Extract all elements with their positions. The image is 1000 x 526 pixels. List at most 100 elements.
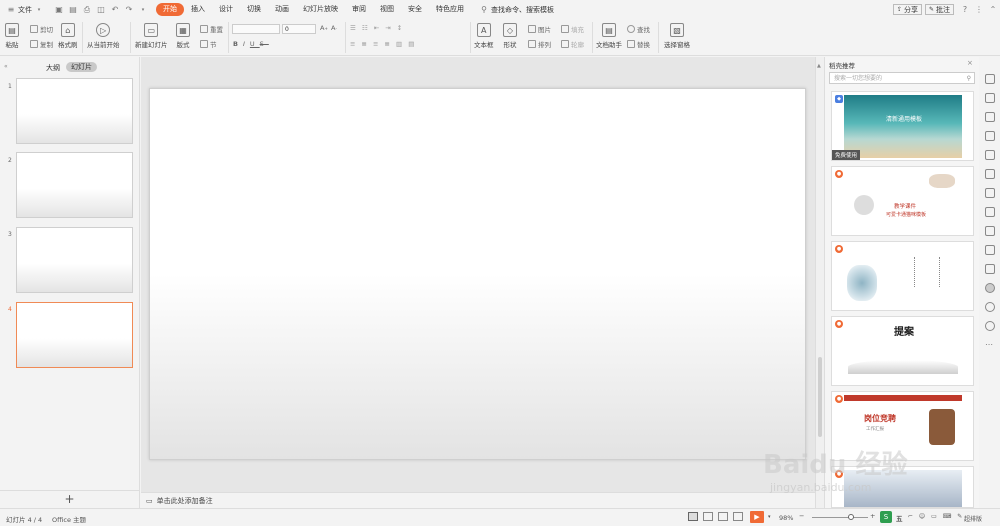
more-icon[interactable]: ⋯ bbox=[985, 340, 993, 349]
help-icon[interactable] bbox=[985, 321, 995, 331]
file-menu[interactable]: ≡ 文件 ▾ bbox=[4, 0, 46, 19]
slide-canvas[interactable] bbox=[149, 88, 806, 460]
font-style-buttons[interactable]: BIUS bbox=[233, 40, 269, 48]
format-painter-button[interactable]: ⌂ 格式刷 bbox=[58, 23, 78, 49]
tab-transition[interactable]: 切换 bbox=[240, 3, 268, 16]
command-search[interactable]: ⚲ 查找命令、搜索模板 bbox=[477, 0, 554, 19]
open-icon[interactable]: ▤ bbox=[68, 5, 78, 15]
italic-button[interactable]: I bbox=[243, 40, 250, 48]
recommend-icon[interactable] bbox=[985, 283, 995, 293]
ime-mode[interactable]: 五 bbox=[896, 513, 903, 523]
search-icon[interactable]: ⚲ bbox=[967, 73, 971, 84]
layout-button[interactable]: ▦ 版式 bbox=[176, 23, 190, 49]
scroll-up-icon[interactable]: ▲ bbox=[817, 63, 821, 69]
help-icon[interactable]: ? bbox=[960, 5, 970, 15]
zoom-slider-thumb[interactable] bbox=[848, 514, 854, 520]
sound-icon[interactable] bbox=[985, 264, 995, 274]
paragraph-list-buttons[interactable]: ☰ ☷ ⇤ ⇥ ↕ bbox=[350, 24, 404, 32]
settings-icon[interactable] bbox=[985, 169, 995, 179]
ime-toolbar-icons[interactable]: ⌐ ☺ ▭ ⌨ ✎ bbox=[908, 513, 964, 520]
undo-icon[interactable]: ↶ bbox=[110, 5, 120, 15]
outline-button[interactable]: 轮廓 bbox=[561, 39, 584, 49]
tab-slideshow[interactable]: 幻灯片放映 bbox=[296, 3, 345, 16]
font-grow-button[interactable]: A + bbox=[320, 24, 328, 32]
font-shrink-button[interactable]: A- bbox=[331, 24, 337, 32]
slide-thumbnail-1[interactable] bbox=[16, 78, 133, 144]
print-icon[interactable]: ⎙ bbox=[82, 5, 92, 15]
slide-sorter-icon[interactable] bbox=[703, 512, 713, 521]
slide-thumbnail-2[interactable] bbox=[16, 152, 133, 218]
free-use-button[interactable]: 免费使用 bbox=[832, 150, 861, 160]
tab-special[interactable]: 特色应用 bbox=[429, 3, 471, 16]
ime-logo-icon[interactable]: S bbox=[880, 511, 892, 523]
save-cloud-icon[interactable] bbox=[985, 207, 995, 217]
template-card-3[interactable]: ● bbox=[831, 241, 974, 311]
new-slide-button[interactable]: ▭ 新建幻灯片 bbox=[135, 23, 168, 49]
paragraph-align-buttons[interactable]: ≡ ≣ ≡ ≣ ▥ ▤ bbox=[350, 40, 416, 48]
animation-icon[interactable] bbox=[985, 131, 995, 141]
collapse-ribbon-icon[interactable]: ⌃ bbox=[988, 5, 998, 15]
notes-view-icon[interactable] bbox=[733, 512, 743, 521]
play-from-current-button[interactable]: ▷ 从当前开始 bbox=[87, 23, 120, 49]
section-button[interactable]: 节 bbox=[200, 39, 217, 49]
arrange-button[interactable]: 排列 bbox=[528, 39, 551, 49]
reading-view-icon[interactable] bbox=[718, 512, 728, 521]
tab-design[interactable]: 设计 bbox=[212, 3, 240, 16]
notes-bar[interactable]: ▭ 单击此处添加备注 bbox=[141, 492, 815, 508]
font-name-select[interactable] bbox=[232, 24, 280, 34]
underline-button[interactable]: U bbox=[250, 40, 260, 48]
transform-icon[interactable] bbox=[985, 74, 995, 84]
select-pane-button[interactable]: ▧ 选择窗格 bbox=[664, 23, 690, 49]
customize-icon[interactable]: ▾ bbox=[138, 5, 148, 15]
paste-button[interactable]: ▤ 粘贴 bbox=[5, 23, 19, 49]
strike-button[interactable]: S bbox=[260, 40, 269, 48]
bold-button[interactable]: B bbox=[233, 40, 243, 48]
reset-button[interactable]: 重置 bbox=[200, 24, 223, 34]
zoom-out-icon[interactable]: − bbox=[799, 512, 804, 520]
history-icon[interactable] bbox=[985, 302, 995, 312]
copy-button[interactable]: 复制 bbox=[30, 39, 53, 49]
tab-home[interactable]: 开始 bbox=[156, 3, 184, 16]
tab-review[interactable]: 审阅 bbox=[345, 3, 373, 16]
tab-security[interactable]: 安全 bbox=[401, 3, 429, 16]
scroll-thumb[interactable] bbox=[818, 357, 822, 437]
tab-slides[interactable]: 幻灯片 bbox=[66, 62, 97, 72]
preview-icon[interactable]: ◫ bbox=[96, 5, 106, 15]
doc-helper-button[interactable]: ▤ 文档助手 bbox=[596, 23, 622, 49]
textbox-button[interactable]: A 文本框 bbox=[474, 23, 494, 49]
vertical-scrollbar[interactable]: ▲ bbox=[815, 57, 824, 508]
template-card-4[interactable]: ● 提案 bbox=[831, 316, 974, 386]
slide-thumbnail-4[interactable] bbox=[16, 302, 133, 368]
shape-tool-icon[interactable] bbox=[985, 112, 995, 122]
zoom-in-icon[interactable]: + bbox=[870, 512, 875, 520]
share-button[interactable]: ⇪ 分享 bbox=[893, 4, 923, 15]
template-search-input[interactable]: 搜索一切您想要的 ⚲ bbox=[829, 72, 975, 84]
picture-tool-icon[interactable] bbox=[985, 245, 995, 255]
collapse-pane-icon[interactable]: « bbox=[4, 63, 8, 70]
save-icon[interactable]: ▣ bbox=[54, 5, 64, 15]
template-card-2[interactable]: ● 教学课件 可爱卡通猫咪模板 bbox=[831, 166, 974, 236]
tab-animation[interactable]: 动画 bbox=[268, 3, 296, 16]
fill-button[interactable]: 填充 bbox=[561, 24, 584, 34]
slide-thumbnail-3[interactable] bbox=[16, 227, 133, 293]
redo-icon[interactable]: ↷ bbox=[124, 5, 134, 15]
more-icon[interactable]: ⋮ bbox=[974, 5, 984, 15]
extra-label[interactable]: 超排版 bbox=[964, 514, 982, 523]
picture-button[interactable]: 图片 bbox=[528, 24, 551, 34]
comment-button[interactable]: ✎ 批注 bbox=[925, 4, 955, 15]
shape-button[interactable]: ◇ 形状 bbox=[503, 23, 517, 49]
slideshow-options-icon[interactable]: ▾ bbox=[768, 514, 771, 520]
tab-insert[interactable]: 插入 bbox=[184, 3, 212, 16]
find-button[interactable]: 查找 bbox=[627, 24, 650, 34]
archive-icon[interactable] bbox=[985, 226, 995, 236]
style-icon[interactable] bbox=[985, 93, 995, 103]
close-icon[interactable]: × bbox=[967, 59, 973, 67]
cut-button[interactable]: 剪切 bbox=[30, 24, 53, 34]
tab-view[interactable]: 视图 bbox=[373, 3, 401, 16]
template-card-1[interactable]: ◆ 清新通用模板 免费使用 bbox=[831, 91, 974, 161]
play-slideshow-button[interactable]: ▶ bbox=[750, 511, 764, 523]
font-size-select[interactable]: 0 bbox=[282, 24, 316, 34]
document-icon[interactable] bbox=[985, 188, 995, 198]
layout-tool-icon[interactable] bbox=[985, 150, 995, 160]
zoom-slider[interactable] bbox=[812, 517, 868, 518]
